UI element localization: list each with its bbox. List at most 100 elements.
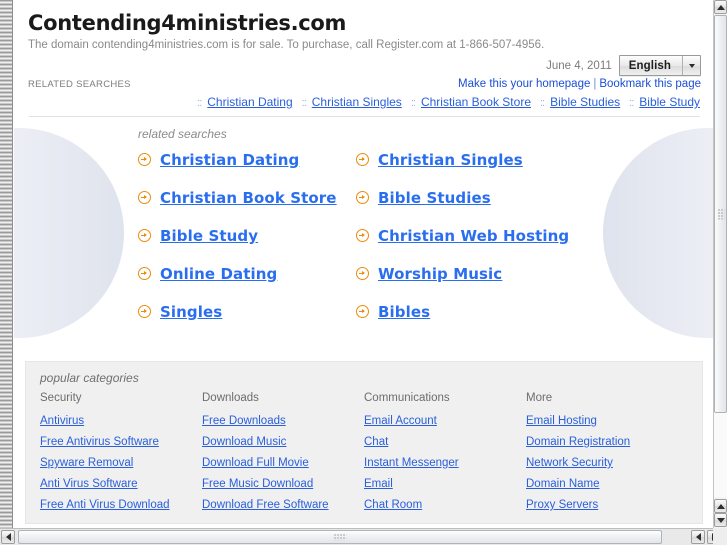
related-link-1[interactable]: Christian Singles <box>378 151 523 169</box>
list-item[interactable]: Online Dating <box>138 265 356 283</box>
circle-arrow-right-icon <box>356 229 369 243</box>
cat-3-link-2[interactable]: Network Security <box>526 457 613 469</box>
grip-icon <box>717 208 724 220</box>
list-item: Download Music <box>202 434 364 448</box>
list-item[interactable]: Singles <box>138 303 356 321</box>
related-link-0[interactable]: Christian Dating <box>160 151 299 169</box>
cat-3-link-4[interactable]: Proxy Servers <box>526 499 598 511</box>
related-link-2[interactable]: Christian Book Store <box>160 189 337 207</box>
related-link-3[interactable]: Bible Studies <box>378 189 491 207</box>
list-item[interactable]: Christian Dating <box>138 151 356 169</box>
related-link-6[interactable]: Online Dating <box>160 265 277 283</box>
triangle-down-icon <box>716 517 725 523</box>
related-searches-section: related searches Christian Dating Christ… <box>14 117 713 349</box>
list-item[interactable]: Christian Book Store <box>138 189 356 207</box>
make-homepage-link[interactable]: Make this your homepage <box>458 78 590 90</box>
popular-categories-panel: popular categories Security Antivirus Fr… <box>25 360 703 524</box>
cat-2-link-2[interactable]: Instant Messenger <box>364 457 459 469</box>
related-searches-caption: related searches <box>138 126 227 141</box>
circle-arrow-right-icon <box>356 267 369 281</box>
circle-arrow-right-icon <box>356 305 369 319</box>
list-item: Domain Registration <box>526 434 688 448</box>
cat-1-link-2[interactable]: Download Full Movie <box>202 457 309 469</box>
list-item: Email <box>364 476 526 490</box>
list-item: Instant Messenger <box>364 455 526 469</box>
list-item: Spyware Removal <box>40 455 202 469</box>
scroll-up-button[interactable] <box>714 0 727 14</box>
cat-1-link-0[interactable]: Free Downloads <box>202 415 286 427</box>
category-link-list: Email Hosting Domain Registration Networ… <box>526 413 688 511</box>
horizontal-scroll-thumb[interactable] <box>18 530 662 544</box>
page-viewport: Contending4ministries.com The domain con… <box>14 0 713 528</box>
header-actions: Make this your homepage | Bookmark this pa… <box>458 78 701 90</box>
language-select[interactable]: English <box>618 55 701 77</box>
vertical-scroll-thumb[interactable] <box>714 15 727 413</box>
dots-separator: :: <box>629 96 634 109</box>
scroll-left-button-right[interactable] <box>691 530 705 544</box>
cat-3-link-3[interactable]: Domain Name <box>526 478 600 490</box>
header-link-1[interactable]: Christian Singles <box>312 95 402 109</box>
cat-0-link-2[interactable]: Spyware Removal <box>40 457 133 469</box>
popular-categories-grid: Security Antivirus Free Antivirus Softwa… <box>26 392 702 511</box>
list-item: Anti Virus Software <box>40 476 202 490</box>
related-link-5[interactable]: Christian Web Hosting <box>378 227 569 245</box>
cat-1-link-3[interactable]: Free Music Download <box>202 478 313 490</box>
vertical-scroll-track[interactable] <box>714 15 727 497</box>
related-link-4[interactable]: Bible Study <box>160 227 258 245</box>
circle-arrow-right-icon <box>138 229 151 243</box>
cat-0-link-3[interactable]: Anti Virus Software <box>40 478 138 490</box>
related-link-8[interactable]: Singles <box>160 303 222 321</box>
bookmark-page-link[interactable]: Bookmark this page <box>599 78 701 90</box>
language-select-value: English <box>628 59 671 72</box>
list-item[interactable]: Bibles <box>356 303 713 321</box>
related-link-9[interactable]: Bibles <box>378 303 430 321</box>
cat-1-link-1[interactable]: Download Music <box>202 436 286 448</box>
header-link-2[interactable]: Christian Book Store <box>421 95 531 109</box>
cat-0-link-4[interactable]: Free Anti Virus Download <box>40 499 170 511</box>
cat-3-link-0[interactable]: Email Hosting <box>526 415 597 427</box>
cat-0-link-0[interactable]: Antivirus <box>40 415 84 427</box>
horizontal-scrollbar[interactable] <box>0 528 727 545</box>
cat-0-link-1[interactable]: Free Antivirus Software <box>40 436 159 448</box>
list-item: Chat Room <box>364 497 526 511</box>
category-title: Downloads <box>202 391 259 404</box>
grip-icon <box>333 533 347 541</box>
list-item[interactable]: Christian Singles <box>356 151 713 169</box>
triangle-up-icon <box>716 4 725 10</box>
header-link-4[interactable]: Bible Study <box>639 95 700 109</box>
header-link-3[interactable]: Bible Studies <box>550 95 620 109</box>
category-title: Communications <box>364 391 450 404</box>
popular-categories-caption: popular categories <box>40 370 139 385</box>
cat-2-link-3[interactable]: Email <box>364 478 393 490</box>
dots-separator: :: <box>410 96 416 109</box>
list-item[interactable]: Bible Studies <box>356 189 713 207</box>
header-link-0[interactable]: Christian Dating <box>207 95 292 109</box>
vertical-scrollbar[interactable] <box>713 0 727 528</box>
cat-2-link-4[interactable]: Chat Room <box>364 499 422 511</box>
list-item: :: Bible Studies <box>531 95 620 109</box>
list-item: Free Antivirus Software <box>40 434 202 448</box>
list-item[interactable]: Worship Music <box>356 265 713 283</box>
cat-3-link-1[interactable]: Domain Registration <box>526 436 630 448</box>
scroll-down-button[interactable] <box>714 513 727 527</box>
page-content: Contending4ministries.com The domain con… <box>14 0 713 528</box>
list-item[interactable]: Christian Web Hosting <box>356 227 713 245</box>
list-item: Free Anti Virus Download <box>40 497 202 511</box>
list-item[interactable]: Bible Study <box>138 227 356 245</box>
scroll-up-button-bottom[interactable] <box>714 499 727 513</box>
date-and-language-row: June 4, 2011 English <box>28 55 701 77</box>
action-separator: | <box>593 77 597 90</box>
related-link-7[interactable]: Worship Music <box>378 265 502 283</box>
cat-2-link-1[interactable]: Chat <box>364 436 388 448</box>
related-searches-inner: related searches Christian Dating Christ… <box>14 117 713 321</box>
list-item: Free Downloads <box>202 413 364 427</box>
cat-2-link-0[interactable]: Email Account <box>364 415 437 427</box>
list-item: :: Christian Book Store <box>402 95 531 109</box>
list-item: Download Free Software <box>202 497 364 511</box>
triangle-up-icon <box>716 503 725 509</box>
scroll-left-button[interactable] <box>1 530 15 544</box>
list-item: Download Full Movie <box>202 455 364 469</box>
category-column-downloads: Downloads Free Downloads Download Music … <box>202 392 364 511</box>
cat-1-link-4[interactable]: Download Free Software <box>202 499 329 511</box>
dots-separator: :: <box>540 96 545 109</box>
